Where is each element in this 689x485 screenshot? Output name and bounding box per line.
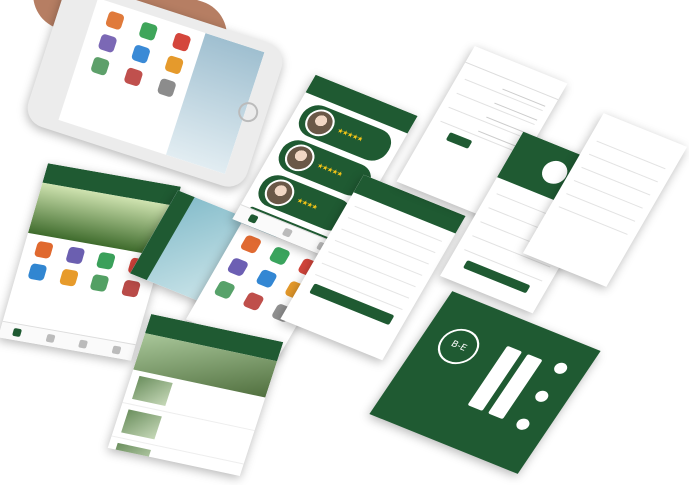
- news-thumbnail: [132, 375, 173, 406]
- grid-icon[interactable]: [213, 279, 237, 300]
- phone-device: [22, 0, 288, 192]
- social-icon-3[interactable]: [513, 416, 532, 432]
- menu-item[interactable]: [157, 53, 190, 79]
- tab-icon[interactable]: [78, 339, 89, 349]
- menu-item[interactable]: [150, 76, 183, 102]
- avatar: [259, 175, 300, 211]
- grid-item[interactable]: [59, 245, 91, 267]
- menu-item[interactable]: [165, 30, 198, 56]
- grid-icon[interactable]: [239, 234, 263, 255]
- news-thumbnail: [110, 442, 151, 473]
- rating-stars: ★★★★★: [315, 161, 344, 179]
- grid-item[interactable]: [115, 278, 147, 300]
- menu-item[interactable]: [116, 65, 149, 91]
- social-icon-2[interactable]: [532, 388, 551, 404]
- grid-item[interactable]: [27, 240, 59, 262]
- avatar: [279, 140, 320, 176]
- brand-logo: B-E: [430, 323, 488, 370]
- grid-icon[interactable]: [226, 257, 250, 278]
- menu-item[interactable]: [131, 19, 164, 45]
- tab-icon[interactable]: [45, 333, 56, 343]
- social-icon-1[interactable]: [551, 360, 570, 376]
- news-thumbnail: [121, 409, 162, 440]
- grid-item[interactable]: [52, 267, 84, 289]
- grid-icon[interactable]: [268, 245, 292, 266]
- avatar: [299, 105, 340, 141]
- home-tabbar: [0, 320, 136, 361]
- tab-icon[interactable]: [111, 345, 122, 355]
- form-button[interactable]: [445, 132, 473, 149]
- rating-stars: ★★★★: [295, 196, 319, 212]
- tab-icon[interactable]: [281, 227, 294, 238]
- menu-item[interactable]: [90, 31, 123, 57]
- rating-stars: ★★★★★: [335, 126, 365, 144]
- menu-item[interactable]: [98, 8, 131, 34]
- menu-item[interactable]: [83, 54, 116, 80]
- grid-item[interactable]: [90, 251, 122, 273]
- app-showcase: ★★★★★ ★★★★★ ★★★★ B-E: [0, 0, 689, 485]
- grid-icon[interactable]: [241, 291, 265, 312]
- grid-item[interactable]: [21, 262, 53, 284]
- menu-item[interactable]: [124, 42, 157, 68]
- grid-item[interactable]: [83, 273, 115, 295]
- grid-icon[interactable]: [255, 268, 279, 289]
- tab-icon[interactable]: [247, 213, 260, 224]
- home-tab-icon[interactable]: [11, 327, 22, 338]
